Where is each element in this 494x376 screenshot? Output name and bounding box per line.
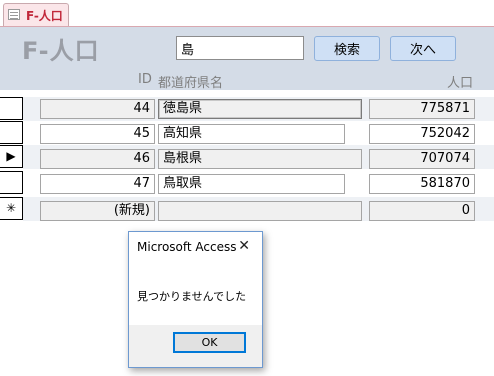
ok-button[interactable]: OK bbox=[173, 332, 246, 353]
form-tab-label: F-人口 bbox=[26, 9, 63, 23]
form-header: F-人口 検索 次へ ID 都道府県名 人口 bbox=[0, 27, 494, 91]
id-field[interactable]: 45 bbox=[40, 124, 155, 144]
search-button[interactable]: 検索 bbox=[314, 36, 380, 61]
dialog-message: 見つかりませんでした bbox=[137, 290, 247, 303]
document-tab-strip: F-人口 bbox=[0, 0, 494, 27]
column-header-prefecture: 都道府県名 bbox=[158, 76, 224, 91]
prefecture-field[interactable]: 鳥取県 bbox=[158, 174, 345, 194]
dialog-footer: OK bbox=[129, 325, 262, 367]
new-record-selector[interactable]: ✳ bbox=[0, 197, 23, 220]
population-field[interactable]: 581870 bbox=[369, 174, 475, 194]
record-selector[interactable] bbox=[0, 121, 23, 144]
id-field[interactable]: 46 bbox=[40, 149, 155, 169]
id-field[interactable]: 44 bbox=[40, 99, 155, 119]
form-title: F-人口 bbox=[22, 37, 100, 65]
prefecture-field[interactable]: 徳島県 bbox=[158, 99, 362, 119]
search-input[interactable] bbox=[176, 36, 304, 60]
prefecture-field[interactable]: 島根県 bbox=[158, 149, 362, 169]
population-field[interactable]: 752042 bbox=[369, 124, 475, 144]
population-field[interactable]: 0 bbox=[369, 201, 475, 221]
prefecture-field[interactable]: 高知県 bbox=[158, 124, 345, 144]
next-button[interactable]: 次へ bbox=[390, 36, 456, 61]
record-selector[interactable]: ▶ bbox=[0, 145, 23, 168]
prefecture-field[interactable] bbox=[158, 201, 362, 221]
column-header-id: ID bbox=[138, 72, 152, 87]
column-header-population: 人口 bbox=[447, 76, 474, 91]
form-tab[interactable]: F-人口 bbox=[3, 3, 69, 27]
record-selector[interactable] bbox=[0, 97, 23, 120]
population-field[interactable]: 775871 bbox=[369, 99, 475, 119]
close-icon[interactable]: ✕ bbox=[238, 238, 250, 254]
dialog-title: Microsoft Access bbox=[137, 240, 237, 254]
id-field[interactable]: 47 bbox=[40, 174, 155, 194]
id-field[interactable]: (新規) bbox=[40, 201, 155, 221]
record-selector[interactable] bbox=[0, 171, 23, 194]
message-dialog: Microsoft Access ✕ 見つかりませんでした OK bbox=[128, 231, 263, 368]
population-field[interactable]: 707074 bbox=[369, 149, 475, 169]
form-icon bbox=[8, 9, 20, 20]
